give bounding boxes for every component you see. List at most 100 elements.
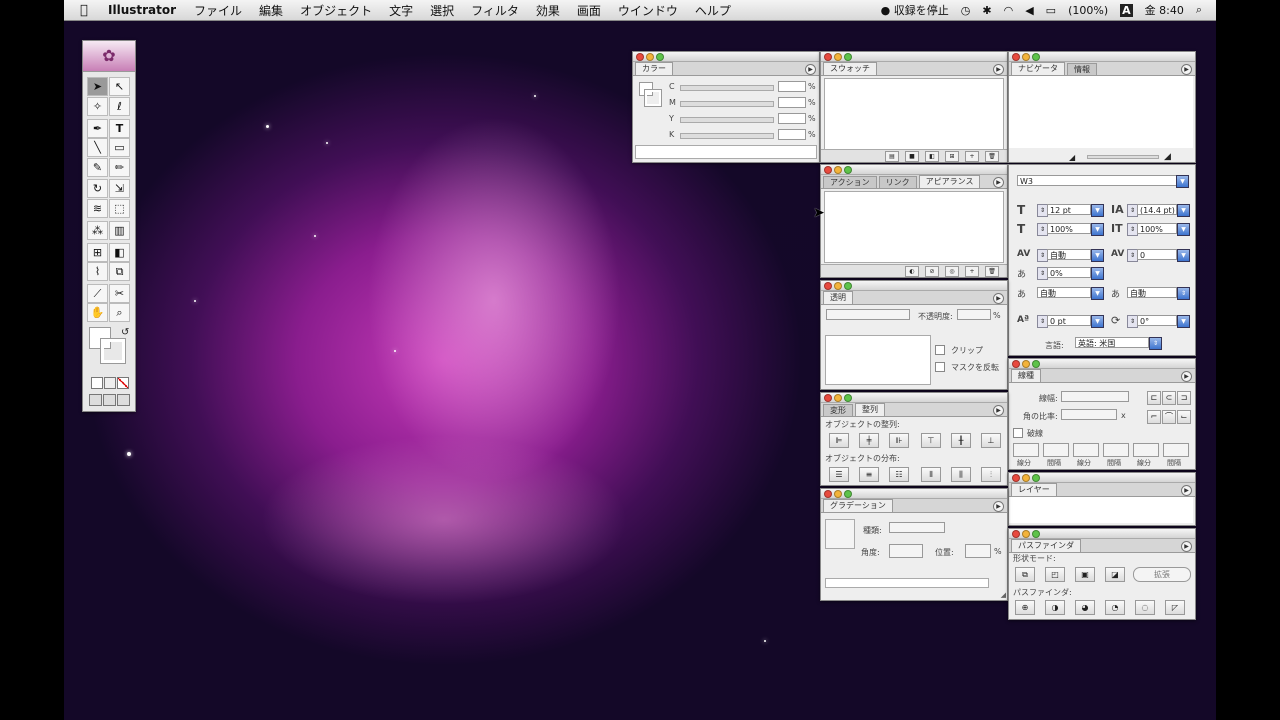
close-icon[interactable] — [824, 489, 832, 498]
free-transform-tool-icon[interactable]: ⬚ — [109, 199, 130, 218]
zoom-tool-icon[interactable]: ⌕ — [109, 303, 130, 322]
stroke-swatch[interactable] — [644, 89, 662, 107]
tab-layers[interactable]: レイヤー — [1011, 483, 1057, 496]
channel-k-input[interactable] — [778, 129, 806, 140]
bevel-join-button[interactable]: ⌙ — [1177, 410, 1191, 424]
eyedropper-tool-icon[interactable]: ⌇ — [87, 262, 108, 281]
zoom-slider[interactable] — [1087, 155, 1159, 159]
swatch-list[interactable] — [824, 78, 1004, 150]
expand-button[interactable]: 拡張 — [1133, 567, 1191, 582]
tab-transparency[interactable]: 透明 — [823, 291, 853, 304]
gradient-angle-input[interactable] — [889, 544, 923, 558]
invert-mask-checkbox[interactable] — [935, 362, 945, 372]
panel-menu-icon[interactable]: ▶ — [993, 64, 1004, 75]
minimize-icon[interactable] — [1022, 473, 1030, 482]
tab-gradient[interactable]: グラデーション — [823, 499, 893, 512]
dash-3-input[interactable] — [1133, 443, 1159, 457]
chevron-down-icon[interactable]: ▼ — [1177, 204, 1190, 217]
wifi-icon[interactable]: ◠ — [1004, 4, 1014, 17]
chevron-down-icon[interactable]: ▼ — [1091, 315, 1104, 328]
tab-navigator[interactable]: ナビゲータ — [1011, 62, 1065, 75]
zoom-icon[interactable] — [1032, 473, 1040, 482]
resize-grip-icon[interactable]: ◢ — [1001, 591, 1006, 599]
clip-checkbox[interactable] — [935, 345, 945, 355]
distribute-top-button[interactable]: ☰ — [829, 467, 849, 482]
chevron-down-icon[interactable]: ▼ — [1177, 315, 1190, 328]
close-icon[interactable] — [824, 165, 832, 174]
channel-k-slider[interactable] — [680, 133, 774, 139]
round-cap-button[interactable]: ⊂ — [1162, 391, 1176, 405]
stroke-weight-input[interactable] — [1061, 391, 1129, 402]
minimize-icon[interactable] — [834, 165, 842, 174]
crop-button[interactable]: ◔ — [1105, 600, 1125, 615]
zoom-icon[interactable] — [844, 489, 852, 498]
screen-mode-full-button[interactable] — [117, 394, 130, 406]
magic-wand-tool-icon[interactable]: ✧ — [87, 97, 108, 116]
apple-icon[interactable]:  — [80, 3, 100, 18]
minimize-icon[interactable] — [834, 52, 842, 61]
delete-item-icon[interactable]: 🗑 — [985, 265, 999, 277]
merge-button[interactable]: ◕ — [1075, 600, 1095, 615]
distribute-left-button[interactable]: ⫴ — [921, 467, 941, 482]
chevron-down-icon[interactable]: ⇕ — [1177, 287, 1190, 300]
zoom-in-icon[interactable]: ◢ — [1164, 152, 1171, 162]
kerning-input[interactable]: 自動 — [1047, 249, 1091, 260]
gradient-tool-icon[interactable]: ◧ — [109, 243, 130, 262]
intersect-shape-button[interactable]: ▣ — [1075, 567, 1095, 582]
dash-2-input[interactable] — [1073, 443, 1099, 457]
swap-fill-stroke-icon[interactable]: ↺ — [121, 327, 129, 338]
minus-back-button[interactable]: ◸ — [1165, 600, 1185, 615]
zoom-out-icon[interactable]: ◢ — [1069, 153, 1075, 162]
align-bottom-button[interactable]: ⊥ — [981, 433, 1001, 448]
menu-app-name[interactable]: Illustrator — [108, 3, 176, 17]
distribute-vcenter-button[interactable]: ≡ — [859, 467, 879, 482]
zoom-icon[interactable] — [844, 393, 852, 402]
none-mode-button[interactable] — [117, 377, 129, 389]
pencil-tool-icon[interactable]: ✏ — [109, 158, 130, 177]
zoom-icon[interactable] — [844, 281, 852, 290]
reduce-to-basic-icon[interactable]: ◎ — [945, 265, 959, 277]
tab-align[interactable]: 整列 — [855, 403, 885, 416]
panel-menu-icon[interactable]: ▶ — [1181, 485, 1192, 496]
round-join-button[interactable]: ⌒ — [1162, 410, 1176, 424]
projecting-cap-button[interactable]: ⊐ — [1177, 391, 1191, 405]
volume-icon[interactable]: ◀ — [1025, 4, 1033, 17]
stroke-swatch[interactable] — [100, 338, 126, 364]
minimize-icon[interactable] — [1022, 52, 1030, 61]
font-size-input[interactable]: 12 pt — [1047, 204, 1091, 215]
paintbrush-tool-icon[interactable]: ✎ — [87, 158, 108, 177]
rotate-tool-icon[interactable]: ↻ — [87, 179, 108, 198]
minimize-icon[interactable] — [834, 281, 842, 290]
navigator-preview[interactable] — [1009, 76, 1193, 148]
distribute-bottom-button[interactable]: ☷ — [889, 467, 909, 482]
panel-menu-icon[interactable]: ▶ — [993, 293, 1004, 304]
close-icon[interactable] — [636, 52, 644, 61]
minimize-icon[interactable] — [1022, 529, 1030, 538]
gradient-location-input[interactable] — [965, 544, 991, 558]
chevron-down-icon[interactable]: ▼ — [1091, 223, 1104, 236]
input-method[interactable]: A — [1120, 3, 1133, 17]
panel-menu-icon[interactable]: ▶ — [993, 177, 1004, 188]
zoom-icon[interactable] — [1032, 52, 1040, 61]
color-spectrum-bar[interactable] — [635, 145, 817, 159]
chevron-down-icon[interactable]: ▼ — [1091, 249, 1104, 262]
close-icon[interactable] — [1012, 52, 1020, 61]
pen-tool-icon[interactable]: ✒ — [87, 119, 108, 138]
panel-menu-icon[interactable]: ▶ — [1181, 64, 1192, 75]
panel-menu-icon[interactable]: ▶ — [1181, 371, 1192, 382]
mask-thumbnail[interactable] — [825, 335, 931, 385]
close-icon[interactable] — [824, 393, 832, 402]
tab-transform[interactable]: 変形 — [823, 404, 853, 416]
tab-stroke[interactable]: 線種 — [1011, 369, 1041, 382]
align-right-button[interactable]: ⊪ — [889, 433, 909, 448]
gradient-slider-bar[interactable] — [825, 578, 989, 588]
slice-tool-icon[interactable]: ⟋ — [87, 284, 108, 303]
clear-appearance-icon[interactable]: ⊘ — [925, 265, 939, 277]
spotlight-icon[interactable]: ⌕ — [1196, 3, 1202, 17]
gradient-type-select[interactable] — [889, 522, 945, 533]
clock[interactable]: 金 8:40 — [1145, 2, 1184, 18]
menu-effect[interactable]: 効果 — [536, 2, 560, 19]
align-hcenter-button[interactable]: ╪ — [859, 433, 879, 448]
minimize-icon[interactable] — [1022, 359, 1030, 368]
scissors-tool-icon[interactable]: ✂ — [109, 284, 130, 303]
